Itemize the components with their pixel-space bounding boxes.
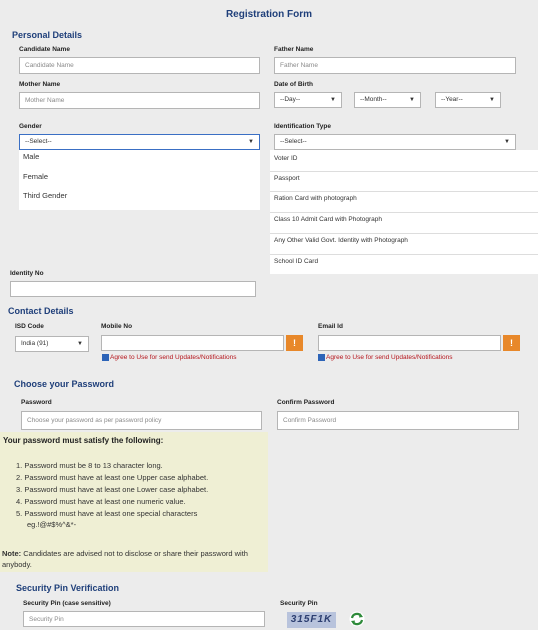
mobile-no-input[interactable] — [101, 335, 284, 351]
dob-year-value: --Year-- — [441, 96, 463, 103]
security-pin-heading: Security Pin Verification — [16, 583, 120, 593]
note-text: Candidates are advised not to disclose o… — [2, 549, 248, 569]
password-rule-example: eg.!@#$%^&*- — [27, 520, 77, 529]
captcha-image: 315F1K — [287, 612, 336, 628]
id-option-voter-id[interactable]: Voter ID — [270, 152, 538, 172]
dob-month-value: --Month-- — [360, 96, 387, 103]
password-input[interactable]: Choose your password as per password pol… — [21, 411, 262, 430]
chevron-down-icon: ▼ — [77, 341, 83, 347]
password-rule: 5. Password must have at least one speci… — [16, 509, 198, 518]
candidate-name-label: Candidate Name — [19, 46, 70, 53]
id-type-label: Identification Type — [274, 123, 331, 130]
candidate-name-input[interactable]: Candidate Name — [19, 57, 260, 74]
mother-name-label: Mother Name — [19, 81, 61, 88]
personal-details-heading: Personal Details — [12, 30, 83, 40]
note-label: Note: — [2, 549, 22, 558]
mobile-consent-checkbox[interactable] — [102, 354, 109, 361]
password-note: Note: Candidates are advised not to disc… — [2, 548, 266, 570]
dob-label: Date of Birth — [274, 81, 313, 88]
email-consent-checkbox[interactable] — [318, 354, 325, 361]
gender-option-third-gender[interactable]: Third Gender — [23, 191, 67, 200]
chevron-down-icon: ▼ — [504, 139, 510, 145]
password-rule: 3. Password must have at least one Lower… — [16, 485, 209, 494]
id-option-ration-card[interactable]: Ration Card with photograph — [270, 192, 538, 213]
password-rule: 4. Password must have at least one numer… — [16, 497, 186, 506]
security-pin-input[interactable]: Security Pin — [23, 611, 265, 627]
isd-code-value: India (91) — [21, 340, 49, 347]
security-pin-input-label: Security Pin (case sensitive) — [23, 600, 111, 607]
password-rule: 1. Password must be 8 to 13 character lo… — [16, 461, 163, 470]
mobile-consent-label: Agree to Use for send Updates/Notificati… — [110, 354, 237, 361]
identity-no-label: Identity No — [10, 270, 44, 277]
identity-no-input[interactable] — [10, 281, 256, 297]
mobile-warning-icon: ! — [286, 335, 303, 351]
password-rule: 2. Password must have at least one Upper… — [16, 473, 209, 482]
id-type-value: --Select-- — [280, 138, 307, 145]
dob-day-value: --Day-- — [280, 96, 301, 103]
form-title: Registration Form — [225, 9, 313, 20]
chevron-down-icon: ▼ — [330, 97, 336, 103]
dob-month-select[interactable]: --Month-- ▼ — [354, 92, 421, 108]
isd-code-label: ISD Code — [15, 323, 44, 330]
email-warning-icon: ! — [503, 335, 520, 351]
id-option-passport[interactable]: Passport — [270, 172, 538, 192]
email-id-label: Email Id — [318, 323, 343, 330]
id-type-select[interactable]: --Select-- ▼ — [274, 134, 516, 150]
security-pin-label: Security Pin — [280, 600, 318, 607]
email-id-input[interactable] — [318, 335, 501, 351]
father-name-input[interactable]: Father Name — [274, 57, 516, 74]
isd-code-select[interactable]: India (91) ▼ — [15, 336, 89, 352]
gender-label: Gender — [19, 123, 42, 130]
dob-day-select[interactable]: --Day-- ▼ — [274, 92, 342, 108]
chevron-down-icon: ▼ — [248, 139, 254, 145]
gender-select[interactable]: --Select-- ▼ — [19, 134, 260, 150]
gender-option-male[interactable]: Male — [23, 152, 39, 161]
id-option-class10-admit-card[interactable]: Class 10 Admit Card with Photograph — [270, 213, 538, 234]
chevron-down-icon: ▼ — [409, 97, 415, 103]
password-label: Password — [21, 399, 52, 406]
dob-year-select[interactable]: --Year-- ▼ — [435, 92, 501, 108]
father-name-label: Father Name — [274, 46, 314, 53]
email-consent-label: Agree to Use for send Updates/Notificati… — [326, 354, 453, 361]
password-heading: Choose your Password — [14, 379, 115, 389]
confirm-password-input[interactable]: Confirm Password — [277, 411, 519, 430]
refresh-captcha-icon[interactable] — [349, 611, 365, 627]
gender-value: --Select-- — [25, 138, 52, 145]
id-option-govt-identity[interactable]: Any Other Valid Govt. Identity with Phot… — [270, 234, 538, 255]
gender-options-list — [19, 150, 260, 210]
confirm-password-label: Confirm Password — [277, 399, 335, 406]
mother-name-input[interactable]: Mother Name — [19, 92, 260, 109]
id-option-school-id[interactable]: School ID Card — [270, 255, 538, 274]
chevron-down-icon: ▼ — [489, 97, 495, 103]
contact-details-heading: Contact Details — [8, 306, 74, 316]
password-policy-heading: Your password must satisfy the following… — [3, 436, 164, 445]
mobile-no-label: Mobile No — [101, 323, 133, 330]
gender-option-female[interactable]: Female — [23, 172, 48, 181]
